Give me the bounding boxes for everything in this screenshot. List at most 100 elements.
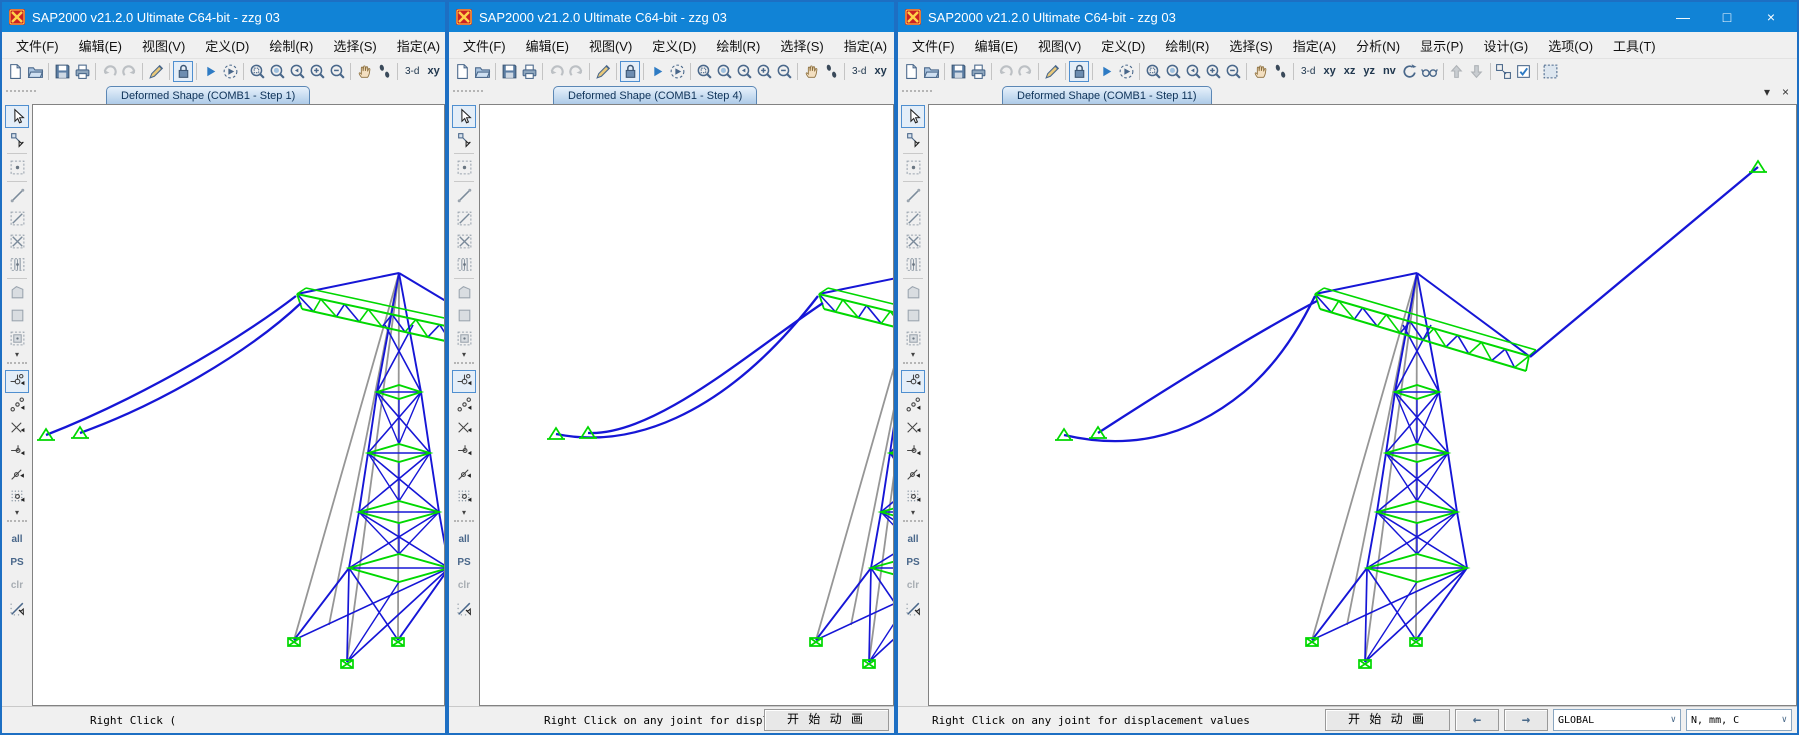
draw-frame-button[interactable] [901, 184, 925, 207]
draw-poly-area-button[interactable] [5, 281, 29, 304]
walk-through-button[interactable] [821, 61, 841, 82]
snap-to-intersections-button[interactable] [5, 416, 29, 439]
pointer-select-button[interactable] [901, 105, 925, 128]
toolbar-overflow-icon[interactable]: ▾ [911, 508, 915, 517]
menu-item-assign[interactable]: 指定(A) [834, 32, 894, 58]
snap-to-intersections-button[interactable] [901, 416, 925, 439]
open-file-button[interactable] [921, 61, 941, 82]
pointer-select-button[interactable] [452, 105, 476, 128]
snap-to-perpendicular-button[interactable] [901, 439, 925, 462]
quick-draw-braces-button[interactable] [452, 230, 476, 253]
new-file-button[interactable] [901, 61, 921, 82]
draw-frame-button[interactable] [5, 184, 29, 207]
menu-item-define[interactable]: 定义(D) [195, 32, 259, 58]
menu-item-select[interactable]: 选择(S) [770, 32, 833, 58]
toolbar-overflow-icon[interactable]: ▾ [15, 508, 19, 517]
pan-hand-button[interactable] [801, 61, 821, 82]
run-play-button[interactable] [200, 61, 220, 82]
snap-to-midpoints-button[interactable] [901, 393, 925, 416]
snap-to-midpoints-button[interactable] [452, 393, 476, 416]
zoom-out-button[interactable] [1223, 61, 1243, 82]
toolbar-drag-handle[interactable] [453, 90, 483, 100]
draw-pencil-button[interactable] [1042, 61, 1062, 82]
pan-hand-button[interactable] [354, 61, 374, 82]
quick-draw-secondary-beams-button[interactable] [452, 253, 476, 276]
view-xz-button[interactable]: xz [444, 65, 445, 77]
quick-draw-secondary-beams-button[interactable] [5, 253, 29, 276]
next-step-button[interactable]: → [1504, 709, 1548, 731]
sap2000-window-3[interactable]: SAP2000 v21.2.0 Ultimate C64-bit - zzg 0… [896, 0, 1799, 735]
deselect-mode-button[interactable] [452, 597, 476, 620]
clear-selection-button[interactable]: clr [5, 574, 29, 597]
menu-item-define[interactable]: 定义(D) [642, 32, 706, 58]
lock-button[interactable] [620, 61, 640, 82]
lock-button[interactable] [173, 61, 193, 82]
zoom-in-button[interactable] [307, 61, 327, 82]
view-xz-button[interactable]: xz [1340, 65, 1360, 77]
draw-rect-area-button[interactable] [5, 304, 29, 327]
quick-draw-frame-button[interactable] [5, 207, 29, 230]
open-file-button[interactable] [472, 61, 492, 82]
toolbar-drag-handle[interactable] [454, 362, 474, 369]
zoom-full-button[interactable] [267, 61, 287, 82]
select-all-button[interactable]: all [452, 528, 476, 551]
snap-to-perpendicular-button[interactable] [452, 439, 476, 462]
toolbar-overflow-icon[interactable]: ▾ [911, 350, 915, 359]
zoom-in-button[interactable] [1203, 61, 1223, 82]
snap-to-lines-button[interactable] [452, 462, 476, 485]
draw-poly-area-button[interactable] [901, 281, 925, 304]
menu-item-edit[interactable]: 编辑(E) [965, 32, 1028, 58]
view-xy-button[interactable]: xy [423, 65, 443, 77]
toolbar-overflow-icon[interactable]: ▾ [462, 350, 466, 359]
menu-item-assign[interactable]: 指定(A) [387, 32, 445, 58]
quick-draw-frame-button[interactable] [901, 207, 925, 230]
menu-item-file[interactable]: 文件(F) [6, 32, 69, 58]
quick-draw-braces-button[interactable] [901, 230, 925, 253]
view-3d-button[interactable]: 3-d [1297, 66, 1319, 77]
zoom-previous-button[interactable] [1183, 61, 1203, 82]
snap-to-midpoints-button[interactable] [5, 393, 29, 416]
snap-to-grid-button[interactable] [452, 485, 476, 508]
previous-selection-button[interactable]: PS [5, 551, 29, 574]
move-up-list-button[interactable] [1447, 61, 1467, 82]
select-all-button[interactable]: all [901, 528, 925, 551]
run-all-button[interactable] [1116, 61, 1136, 82]
view-tab[interactable]: Deformed Shape (COMB1 - Step 11) [1002, 86, 1212, 104]
draw-poly-area-button[interactable] [452, 281, 476, 304]
toolbar-drag-handle[interactable] [7, 520, 27, 527]
snap-to-joints-button[interactable] [452, 370, 476, 393]
zoom-window-button[interactable] [1143, 61, 1163, 82]
zoom-in-button[interactable] [754, 61, 774, 82]
undo-button[interactable] [546, 61, 566, 82]
title-bar[interactable]: SAP2000 v21.2.0 Ultimate C64-bit - zzg 0… [898, 2, 1797, 32]
toolbar-drag-handle[interactable] [902, 90, 932, 100]
previous-selection-button[interactable]: PS [452, 551, 476, 574]
view-xy-button[interactable]: xy [870, 65, 890, 77]
print-button[interactable] [519, 61, 539, 82]
print-button[interactable] [72, 61, 92, 82]
menu-item-tools[interactable]: 工具(T) [1603, 32, 1666, 58]
new-file-button[interactable] [5, 61, 25, 82]
menu-item-edit[interactable]: 编辑(E) [516, 32, 579, 58]
menu-item-analyze[interactable]: 分析(N) [1346, 32, 1410, 58]
sap2000-window-2[interactable]: SAP2000 v21.2.0 Ultimate C64-bit - zzg 0… [447, 0, 896, 735]
walk-through-button[interactable] [1270, 61, 1290, 82]
zoom-previous-button[interactable] [287, 61, 307, 82]
redo-button[interactable] [566, 61, 586, 82]
new-file-button[interactable] [452, 61, 472, 82]
clipped-icon-button[interactable] [1541, 61, 1561, 82]
sap2000-window-1[interactable]: SAP2000 v21.2.0 Ultimate C64-bit - zzg 0… [0, 0, 447, 735]
rotate-view-button[interactable] [1400, 61, 1420, 82]
close-button[interactable]: × [1749, 3, 1793, 31]
view-xz-button[interactable]: xz [891, 65, 894, 77]
zoom-out-button[interactable] [774, 61, 794, 82]
toolbar-drag-handle[interactable] [903, 362, 923, 369]
menu-item-view[interactable]: 视图(V) [1028, 32, 1091, 58]
view-nv-button[interactable]: nv [1379, 65, 1400, 77]
toolbar-overflow-icon[interactable]: ▾ [15, 350, 19, 359]
display-options-button[interactable] [1514, 61, 1534, 82]
zoom-previous-button[interactable] [734, 61, 754, 82]
menu-item-draw[interactable]: 绘制(R) [1155, 32, 1219, 58]
zoom-window-button[interactable] [694, 61, 714, 82]
menu-item-display[interactable]: 显示(P) [1410, 32, 1473, 58]
